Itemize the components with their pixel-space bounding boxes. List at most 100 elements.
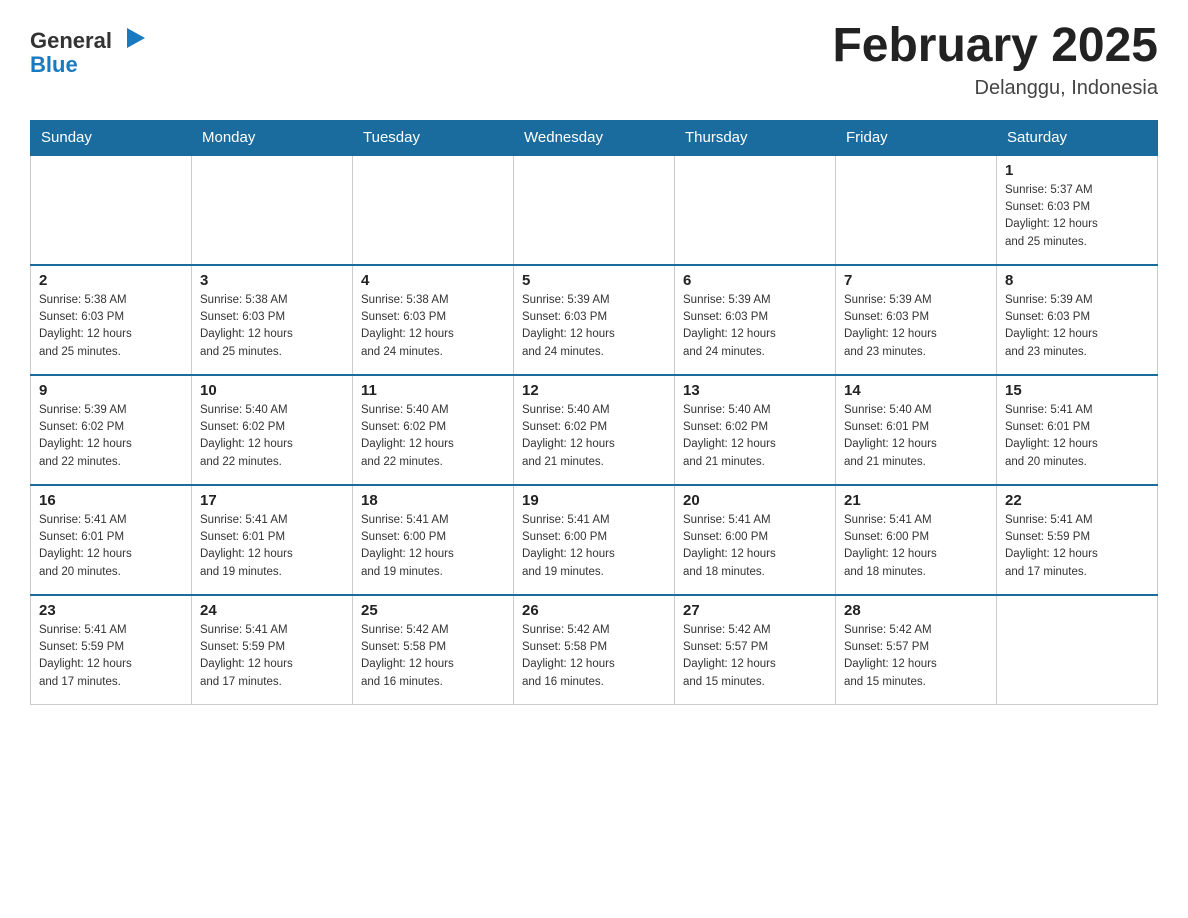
week-row-1: 1Sunrise: 5:37 AMSunset: 6:03 PMDaylight… (31, 155, 1158, 265)
day-number: 27 (683, 602, 827, 619)
page-header: General Blue February 2025 Delanggu, Ind… (30, 20, 1158, 100)
calendar-cell (353, 155, 514, 265)
calendar-cell: 25 Sunrise: 5:42 AMSunset: 5:58 PMDayligh… (353, 595, 514, 705)
day-info: Sunrise: 5:38 AMSunset: 6:03 PMDaylight:… (39, 292, 183, 361)
logo-svg: General Blue (30, 20, 150, 80)
day-info: Sunrise: 5:39 AMSunset: 6:03 PMDaylight:… (1005, 292, 1149, 361)
calendar-cell (192, 155, 353, 265)
week-row-5: 23Sunrise: 5:41 AMSunset: 5:59 PMDayligh… (31, 595, 1158, 705)
calendar-cell (514, 155, 675, 265)
calendar-cell: 26 Sunrise: 5:42 AMSunset: 5:58 PMDayligh… (514, 595, 675, 705)
day-info: Sunrise: 5:41 AMSunset: 6:00 PMDaylight:… (361, 512, 505, 581)
day-number: 11 (361, 382, 505, 399)
day-number: 10 (200, 382, 344, 399)
calendar-cell: 4Sunrise: 5:38 AMSunset: 6:03 PMDaylight… (353, 265, 514, 375)
day-header-saturday: Saturday (997, 120, 1158, 155)
calendar-cell: 14 Sunrise: 5:40 AMSunset: 6:01 PMDayligh… (836, 375, 997, 485)
logo: General Blue (30, 20, 150, 85)
calendar-cell (675, 155, 836, 265)
day-info: Sunrise: 5:40 AMSunset: 6:02 PMDaylight:… (522, 402, 666, 471)
day-number: 25 (361, 602, 505, 619)
day-info: Sunrise: 5:41 AMSunset: 6:00 PMDaylight:… (844, 512, 988, 581)
calendar-cell: 23Sunrise: 5:41 AMSunset: 5:59 PMDayligh… (31, 595, 192, 705)
calendar-cell: 6 Sunrise: 5:39 AMSunset: 6:03 PMDaylight… (675, 265, 836, 375)
day-info: Sunrise: 5:41 AMSunset: 5:59 PMDaylight:… (1005, 512, 1149, 581)
calendar-cell: 5 Sunrise: 5:39 AMSunset: 6:03 PMDaylight… (514, 265, 675, 375)
calendar-cell (31, 155, 192, 265)
calendar-cell: 12Sunrise: 5:40 AMSunset: 6:02 PMDayligh… (514, 375, 675, 485)
week-row-4: 16 Sunrise: 5:41 AMSunset: 6:01 PMDayligh… (31, 485, 1158, 595)
day-number: 22 (1005, 492, 1149, 509)
calendar-cell: 8 Sunrise: 5:39 AMSunset: 6:03 PMDaylight… (997, 265, 1158, 375)
day-number: 14 (844, 382, 988, 399)
day-info: Sunrise: 5:42 AMSunset: 5:57 PMDaylight:… (844, 622, 988, 691)
calendar-cell: 19Sunrise: 5:41 AMSunset: 6:00 PMDayligh… (514, 485, 675, 595)
calendar-cell: 27 Sunrise: 5:42 AMSunset: 5:57 PMDayligh… (675, 595, 836, 705)
day-number: 6 (683, 272, 827, 289)
day-number: 26 (522, 602, 666, 619)
day-number: 9 (39, 382, 183, 399)
day-info: Sunrise: 5:39 AMSunset: 6:03 PMDaylight:… (683, 292, 827, 361)
month-title: February 2025 (832, 20, 1158, 73)
day-header-sunday: Sunday (31, 120, 192, 155)
day-info: Sunrise: 5:40 AMSunset: 6:02 PMDaylight:… (200, 402, 344, 471)
day-number: 16 (39, 492, 183, 509)
week-row-2: 2 Sunrise: 5:38 AMSunset: 6:03 PMDaylight… (31, 265, 1158, 375)
day-info: Sunrise: 5:42 AMSunset: 5:58 PMDaylight:… (361, 622, 505, 691)
calendar-cell: 10 Sunrise: 5:40 AMSunset: 6:02 PMDayligh… (192, 375, 353, 485)
day-header-wednesday: Wednesday (514, 120, 675, 155)
day-number: 5 (522, 272, 666, 289)
day-info: Sunrise: 5:42 AMSunset: 5:57 PMDaylight:… (683, 622, 827, 691)
day-info: Sunrise: 5:39 AMSunset: 6:02 PMDaylight:… (39, 402, 183, 471)
day-header-monday: Monday (192, 120, 353, 155)
svg-text:General: General (30, 28, 112, 53)
calendar-cell: 20 Sunrise: 5:41 AMSunset: 6:00 PMDayligh… (675, 485, 836, 595)
day-number: 13 (683, 382, 827, 399)
calendar-cell: 16 Sunrise: 5:41 AMSunset: 6:01 PMDayligh… (31, 485, 192, 595)
day-info: Sunrise: 5:41 AMSunset: 5:59 PMDaylight:… (200, 622, 344, 691)
day-info: Sunrise: 5:39 AMSunset: 6:03 PMDaylight:… (844, 292, 988, 361)
day-info: Sunrise: 5:38 AMSunset: 6:03 PMDaylight:… (361, 292, 505, 361)
calendar-cell (997, 595, 1158, 705)
day-number: 17 (200, 492, 344, 509)
day-info: Sunrise: 5:40 AMSunset: 6:02 PMDaylight:… (361, 402, 505, 471)
week-row-3: 9 Sunrise: 5:39 AMSunset: 6:02 PMDaylight… (31, 375, 1158, 485)
day-number: 24 (200, 602, 344, 619)
calendar-cell (836, 155, 997, 265)
day-info: Sunrise: 5:41 AMSunset: 5:59 PMDaylight:… (39, 622, 183, 691)
day-number: 19 (522, 492, 666, 509)
header-row: SundayMondayTuesdayWednesdayThursdayFrid… (31, 120, 1158, 155)
day-info: Sunrise: 5:40 AMSunset: 6:01 PMDaylight:… (844, 402, 988, 471)
day-number: 18 (361, 492, 505, 509)
day-info: Sunrise: 5:39 AMSunset: 6:03 PMDaylight:… (522, 292, 666, 361)
calendar-cell: 22 Sunrise: 5:41 AMSunset: 5:59 PMDayligh… (997, 485, 1158, 595)
day-number: 8 (1005, 272, 1149, 289)
day-number: 21 (844, 492, 988, 509)
calendar-cell: 3Sunrise: 5:38 AMSunset: 6:03 PMDaylight… (192, 265, 353, 375)
calendar-cell: 28 Sunrise: 5:42 AMSunset: 5:57 PMDayligh… (836, 595, 997, 705)
day-header-friday: Friday (836, 120, 997, 155)
day-number: 3 (200, 272, 344, 289)
day-number: 28 (844, 602, 988, 619)
day-number: 7 (844, 272, 988, 289)
day-number: 15 (1005, 382, 1149, 399)
day-number: 2 (39, 272, 183, 289)
calendar-cell: 13Sunrise: 5:40 AMSunset: 6:02 PMDayligh… (675, 375, 836, 485)
calendar-cell: 17Sunrise: 5:41 AMSunset: 6:01 PMDayligh… (192, 485, 353, 595)
day-info: Sunrise: 5:42 AMSunset: 5:58 PMDaylight:… (522, 622, 666, 691)
calendar-cell: 7 Sunrise: 5:39 AMSunset: 6:03 PMDaylight… (836, 265, 997, 375)
calendar-cell: 1Sunrise: 5:37 AMSunset: 6:03 PMDaylight… (997, 155, 1158, 265)
day-info: Sunrise: 5:41 AMSunset: 6:01 PMDaylight:… (39, 512, 183, 581)
day-number: 20 (683, 492, 827, 509)
day-info: Sunrise: 5:41 AMSunset: 6:00 PMDaylight:… (683, 512, 827, 581)
day-header-thursday: Thursday (675, 120, 836, 155)
svg-text:Blue: Blue (30, 52, 78, 77)
calendar-cell: 9 Sunrise: 5:39 AMSunset: 6:02 PMDaylight… (31, 375, 192, 485)
calendar-cell: 24 Sunrise: 5:41 AMSunset: 5:59 PMDayligh… (192, 595, 353, 705)
calendar-cell: 15Sunrise: 5:41 AMSunset: 6:01 PMDayligh… (997, 375, 1158, 485)
calendar-table: SundayMondayTuesdayWednesdayThursdayFrid… (30, 120, 1158, 706)
day-header-tuesday: Tuesday (353, 120, 514, 155)
title-block: February 2025 Delanggu, Indonesia (832, 20, 1158, 100)
calendar-cell: 18 Sunrise: 5:41 AMSunset: 6:00 PMDayligh… (353, 485, 514, 595)
logo-block: General Blue (30, 20, 150, 85)
